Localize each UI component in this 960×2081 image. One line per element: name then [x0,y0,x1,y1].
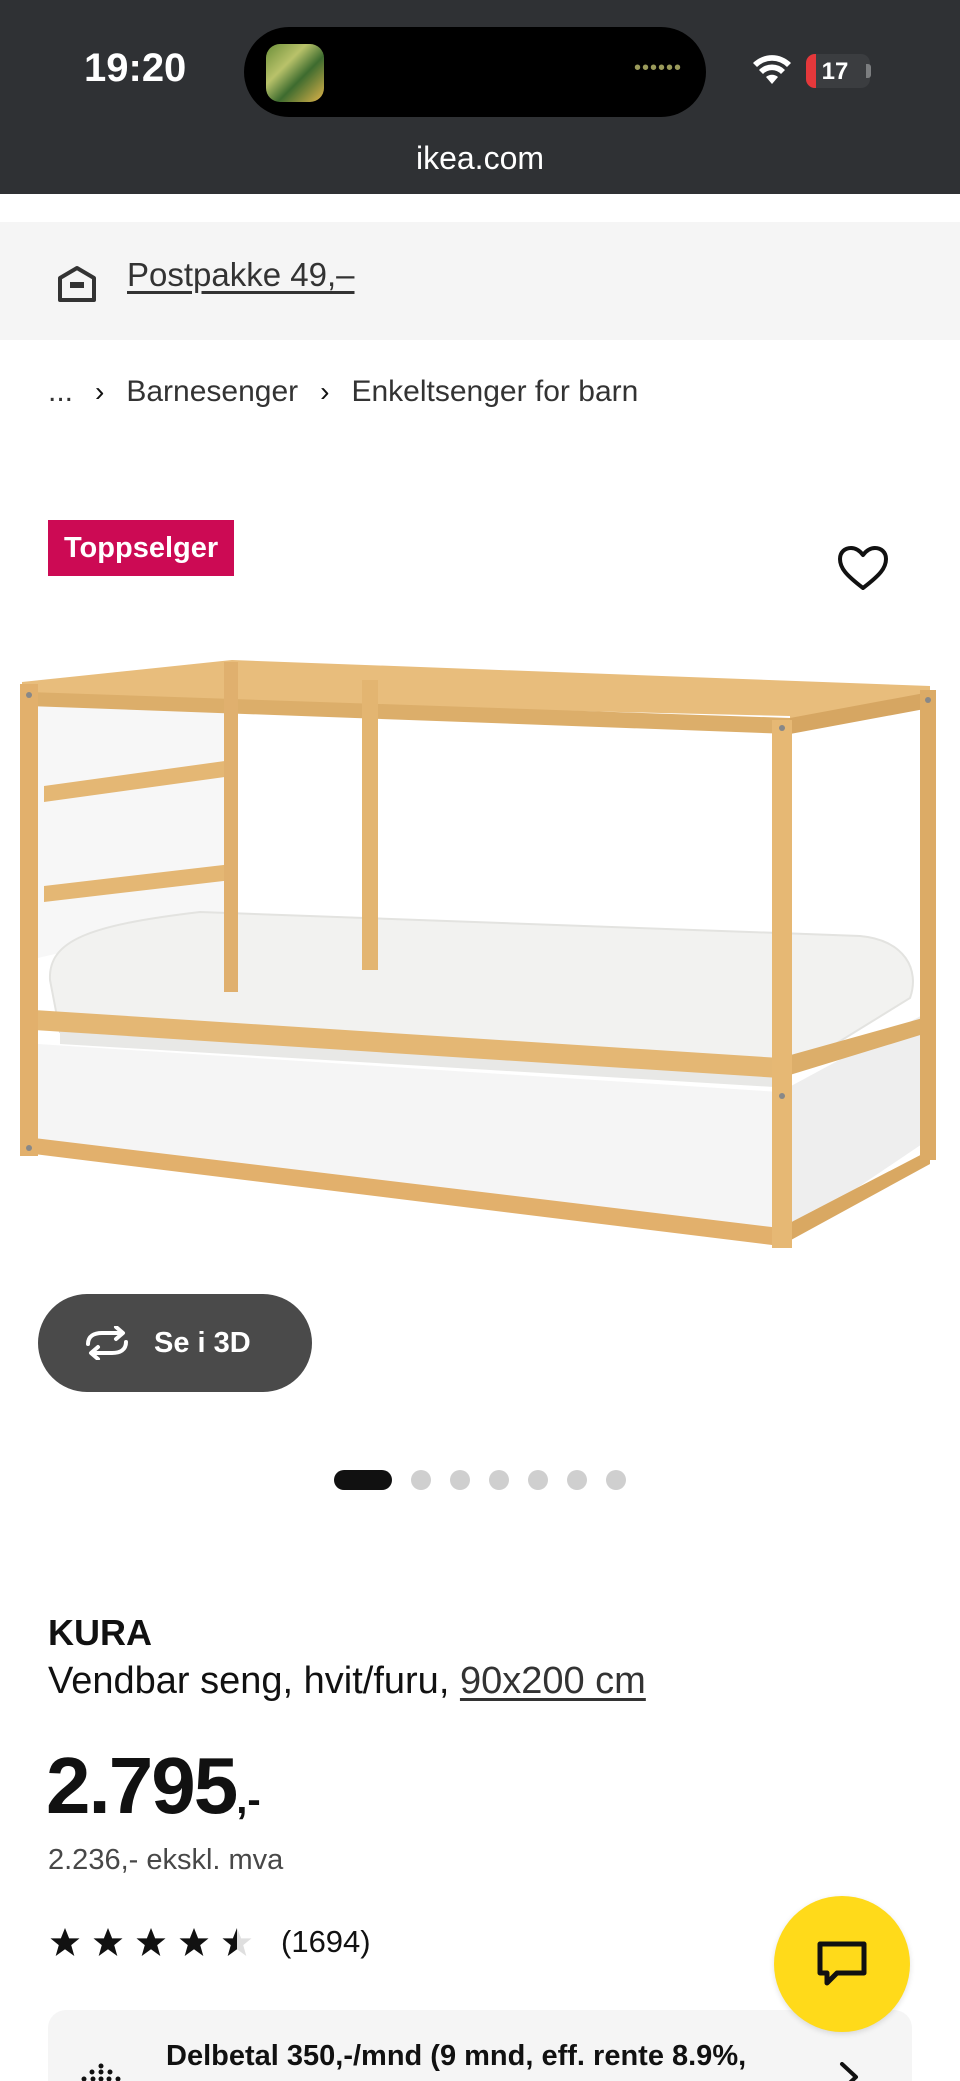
star-full-icon [179,1928,209,1956]
package-box-icon [58,266,96,302]
chat-bubble-icon [817,1941,867,1986]
breadcrumb-item-barnesenger[interactable]: Barnesenger [126,375,298,409]
carousel-dot[interactable] [606,1470,626,1490]
product-rating[interactable]: (1694) [48,1920,371,1964]
carousel-dot[interactable] [334,1470,392,1490]
star-full-icon [50,1928,80,1956]
chevron-right-icon: › [320,376,330,407]
wifi-icon [753,55,791,84]
dynamic-island: •••••• [244,27,706,117]
breadcrumb: ... › Barnesenger › Enkeltsenger for bar… [48,372,638,412]
view-3d-label: Se i 3D [154,1326,251,1359]
rotate-3d-icon [86,1326,128,1360]
battery-indicator: 17 [806,54,870,88]
chat-button[interactable] [774,1896,910,2032]
chevron-right-icon: › [95,376,105,407]
product-size-link[interactable]: 90x200 cm [460,1660,646,1702]
star-half-icon [222,1928,252,1956]
delivery-link[interactable]: Postpakke 49,– [127,256,355,294]
rating-count[interactable]: (1694) [281,1924,371,1960]
carousel-dot[interactable] [411,1470,431,1490]
battery-percent: 17 [821,58,849,85]
price-excluding-vat: 2.236,- ekskl. mva [48,1844,284,1876]
star-full-icon [93,1928,123,1956]
carousel-dot[interactable] [567,1470,587,1490]
image-carousel-indicator[interactable] [334,1469,645,1491]
installment-icon [81,2063,121,2081]
activity-dots-icon: •••••• [633,57,682,79]
top-seller-badge: Toppselger [48,520,235,576]
breadcrumb-item-enkeltsenger[interactable]: Enkeltsenger for barn [351,375,638,409]
product-price: 2.795,- [46,1740,261,1832]
product-description-text: Vendbar seng, hvit/furu, [48,1660,460,1702]
product-name: KURA [48,1612,152,1653]
price-amount: 2.795 [46,1741,238,1830]
delivery-banner[interactable]: Postpakke 49,– [0,222,960,340]
price-suffix: ,- [236,1778,261,1822]
battery-tip [866,64,871,78]
carousel-dot[interactable] [450,1470,470,1490]
rating-stars [48,1927,263,1957]
status-time: 19:20 [84,46,187,90]
browser-top-bar: 19:20 •••••• 17 ikea.com [0,0,960,194]
financing-text: Delbetal 350,-/mnd (9 mnd, eff. rente 8.… [166,2040,747,2072]
carousel-dot[interactable] [489,1470,509,1490]
heart-icon[interactable] [836,544,890,592]
now-playing-thumbnail [266,44,324,102]
address-bar-url[interactable]: ikea.com [0,140,960,177]
carousel-dot[interactable] [528,1470,548,1490]
breadcrumb-ellipsis[interactable]: ... [48,375,73,409]
chevron-right-icon [840,2062,858,2081]
view-3d-button[interactable]: Se i 3D [38,1294,312,1392]
product-description: Vendbar seng, hvit/furu, 90x200 cm [48,1660,646,1703]
financing-card[interactable]: Delbetal 350,-/mnd (9 mnd, eff. rente 8.… [48,2010,912,2081]
star-full-icon [136,1928,166,1956]
product-image-bed[interactable] [0,640,960,1260]
